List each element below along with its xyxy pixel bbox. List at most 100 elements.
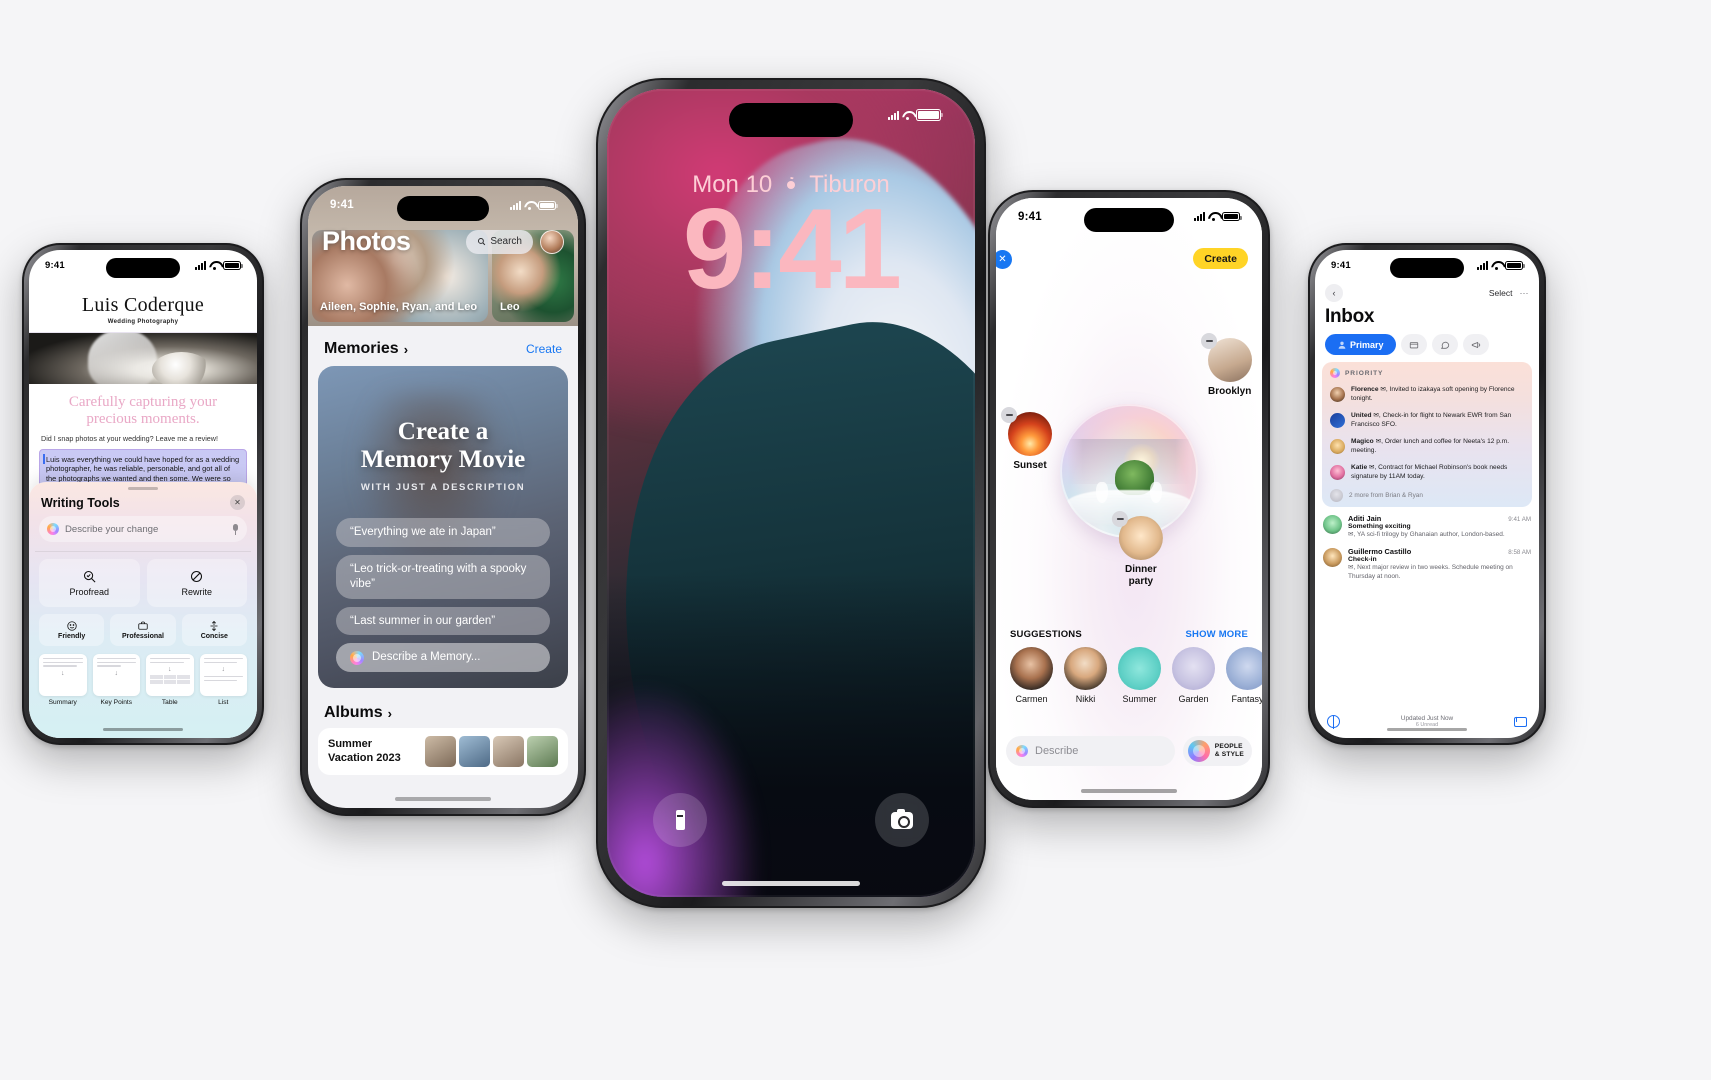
chevron-left-icon[interactable]: ‹ [1325,284,1343,302]
lock-quick-actions [607,793,975,847]
minus-circle-icon[interactable] [1201,333,1217,349]
describe-memory-chip[interactable]: Describe a Memory... [336,643,550,672]
priority-header: PRIORITY [1322,367,1532,382]
document-icon: ↓ [39,654,87,696]
search-label: Search [490,236,522,247]
phone1-screen: 9:41 Luis Coderque Wedding Photography C… [29,250,257,738]
message-subject: Something exciting [1348,522,1411,530]
status-indicators [1194,212,1242,221]
priority-row[interactable]: United ✉, Check-in for flight to Newark … [1322,408,1532,434]
mail-updated-label: Updated Just Now [1400,715,1454,722]
professional-button[interactable]: Professional [110,614,176,646]
message-preview: Next major review in two weeks. Schedule… [1348,563,1513,580]
battery-icon [916,109,943,121]
style-label-line1: PEOPLE [1214,743,1243,751]
flashlight-button[interactable] [653,793,707,847]
rewrite-button[interactable]: Rewrite [146,559,247,607]
key-points-button[interactable]: ↓ Key Points [92,654,140,706]
suggestion-item[interactable]: Nikki [1064,647,1107,704]
priority-sender: United [1351,411,1372,419]
show-more-button[interactable]: SHOW MORE [1186,629,1249,640]
suggestion-item[interactable]: Carmen [1010,647,1053,704]
ellipsis-icon[interactable]: ⋯ [1520,288,1530,299]
suggestion-item[interactable]: Fantasy [1226,647,1262,704]
describe-change-input[interactable]: Describe your change [39,516,247,542]
concept-chip-dinner-party[interactable]: Dinner party [1111,511,1168,588]
battery-icon [223,260,243,270]
photos-phone: Aileen, Sophie, Ryan, and Leo Leo 9:41 P… [300,178,586,816]
photos-header: Photos Search [308,226,578,257]
apple-intelligence-orb-icon [1016,745,1028,757]
minus-circle-icon[interactable] [1111,511,1128,527]
status-indicators [1477,260,1525,270]
avatar[interactable] [540,229,564,254]
album-name: Summer Vacation 2023 [328,737,401,764]
friendly-button[interactable]: Friendly [39,614,105,646]
status-time: 9:41 [1018,210,1042,223]
wifi-icon [902,111,913,120]
priority-row[interactable]: Magico ✉, Order lunch and coffee for Nee… [1322,434,1532,460]
create-memory-button[interactable]: Create [526,342,562,356]
lock-screen-phone: 9:41 Mon 10 Tiburon 9:41 [596,78,986,908]
priority-row[interactable]: Florence ✉, Invited to izakaya soft open… [1322,382,1532,408]
summary-button[interactable]: ↓ Summary [39,654,87,706]
message-row[interactable]: Guillermo Castillo 8:58 AM Check-in ✉, N… [1315,543,1539,585]
search-button[interactable]: Search [466,229,533,254]
priority-sender: Katie [1351,463,1368,471]
suggestion-label: Nikki [1075,694,1096,704]
message-row[interactable]: Aditi Jain 9:41 AM Something exciting ✉,… [1315,507,1539,543]
briefcase-icon [138,621,148,630]
memory-prompt-chip[interactable]: “Everything we ate in Japan” [336,518,550,548]
message-time: 8:58 AM [1508,548,1531,556]
search-icon [478,238,486,246]
list-button[interactable]: ↓ List [199,654,247,706]
minus-circle-icon[interactable] [1001,407,1017,423]
compose-icon[interactable] [1514,716,1527,727]
proofread-button[interactable]: Proofread [39,559,140,607]
album-row[interactable]: Summer Vacation 2023 [318,728,568,775]
avatar [1330,387,1345,402]
message-preview: YA sci-fi trilogy by Ghanaian author, Lo… [1356,530,1505,538]
concise-label: Concise [200,633,228,640]
select-button[interactable]: Select [1489,288,1513,298]
concise-button[interactable]: Concise [181,614,247,646]
memory-card-title-line1: Create a [397,418,489,445]
camera-button[interactable] [875,793,929,847]
wifi-icon [1491,261,1502,270]
screenshot-stage: 9:41 Luis Coderque Wedding Photography C… [0,0,1711,1080]
globe-icon[interactable] [1327,715,1340,729]
concept-chip-brooklyn[interactable]: Brooklyn [1201,333,1252,398]
describe-input[interactable]: Describe [1006,736,1175,766]
phone5-screen: 9:41 ‹ Select ⋯ Inbox Primary PRIORITY F… [1315,250,1539,738]
list-label: List [218,699,229,706]
chevron-right-icon[interactable]: › [404,342,408,357]
suggestion-item[interactable]: Garden [1172,647,1215,704]
tab-updates[interactable] [1431,334,1458,355]
key-points-label: Key Points [100,699,133,706]
memory-prompt-chip[interactable]: “Last summer in our garden” [336,606,550,636]
sheet-grabber[interactable] [128,487,158,490]
priority-more-row[interactable]: 2 more from Brian & Ryan [1322,486,1532,504]
people-and-style-button[interactable]: PEOPLE & STYLE [1182,736,1252,766]
create-button[interactable]: Create [1193,248,1248,269]
microphone-icon[interactable] [232,523,239,535]
tab-primary[interactable]: Primary [1325,334,1396,355]
mail-footer: Updated Just Now 6 Unread [1315,715,1539,729]
concept-chip-sunset[interactable]: Sunset [1001,407,1052,472]
primary-actions: Proofread Rewrite [39,559,247,607]
priority-row[interactable]: Katie ✉, Contract for Michael Robinson's… [1322,460,1532,486]
compress-arrows-icon [210,620,218,632]
suggestion-label: Fantasy [1231,694,1262,704]
memory-movie-card[interactable]: Create a Memory Movie WITH JUST A DESCRI… [318,366,568,688]
suggestions-section: SUGGESTIONS SHOW MORE Carmen Nikki Summe… [996,629,1262,704]
suggestion-item[interactable]: Summer [1118,647,1161,704]
chevron-right-icon[interactable]: › [388,706,392,721]
camera-icon [891,808,913,829]
tab-transactions[interactable] [1400,334,1427,355]
priority-summary: Contract for Michael Robinson's book nee… [1351,463,1508,480]
memory-prompt-chip[interactable]: “Leo trick-or-treating with a spooky vib… [336,555,550,599]
tab-promotions[interactable] [1462,334,1489,355]
close-icon[interactable]: ✕ [230,495,245,510]
review-prompt: Did I snap photos at your wedding? Leave… [29,433,257,449]
table-button[interactable]: ↓ Table [146,654,194,706]
